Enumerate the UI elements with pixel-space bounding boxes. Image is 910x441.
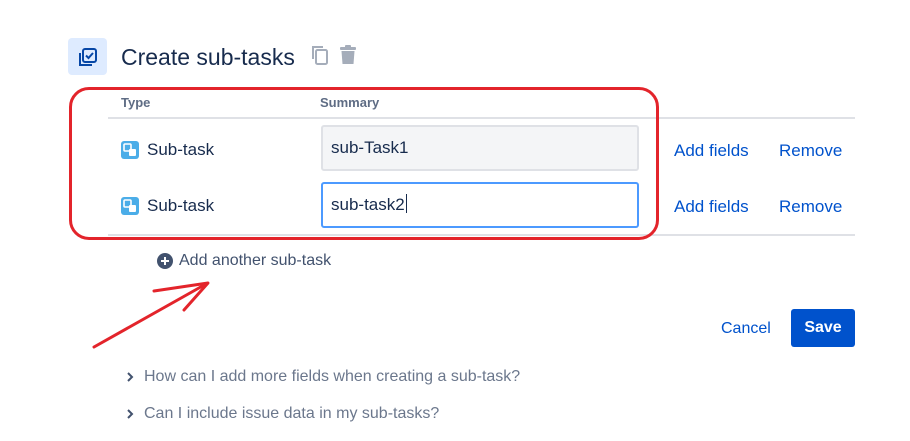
add-fields-link[interactable]: Add fields xyxy=(674,141,749,161)
faq-question: Can I include issue data in my sub-tasks… xyxy=(144,405,440,422)
add-another-subtask-button[interactable]: Add another sub-task xyxy=(157,252,331,270)
page-title: Create sub-tasks xyxy=(121,44,295,70)
highlight-rectangle xyxy=(69,87,659,240)
chevron-right-icon xyxy=(127,372,134,382)
chevron-right-icon xyxy=(127,409,134,419)
remove-link[interactable]: Remove xyxy=(779,141,842,161)
cancel-button[interactable]: Cancel xyxy=(712,318,780,340)
add-another-subtask-label: Add another sub-task xyxy=(179,252,332,269)
copy-icon[interactable] xyxy=(311,45,329,65)
trash-icon[interactable] xyxy=(339,45,357,65)
add-fields-link[interactable]: Add fields xyxy=(674,197,749,217)
faq-item[interactable]: How can I add more fields when creating … xyxy=(126,368,520,386)
checkbox-icon xyxy=(78,47,97,66)
rule-component-icon xyxy=(68,38,107,75)
faq-question: How can I add more fields when creating … xyxy=(144,368,521,385)
plus-circle-icon xyxy=(157,253,173,269)
annotation-arrow xyxy=(92,281,210,349)
remove-link[interactable]: Remove xyxy=(779,197,842,217)
save-button[interactable]: Save xyxy=(791,309,855,347)
faq-item[interactable]: Can I include issue data in my sub-tasks… xyxy=(126,405,439,423)
